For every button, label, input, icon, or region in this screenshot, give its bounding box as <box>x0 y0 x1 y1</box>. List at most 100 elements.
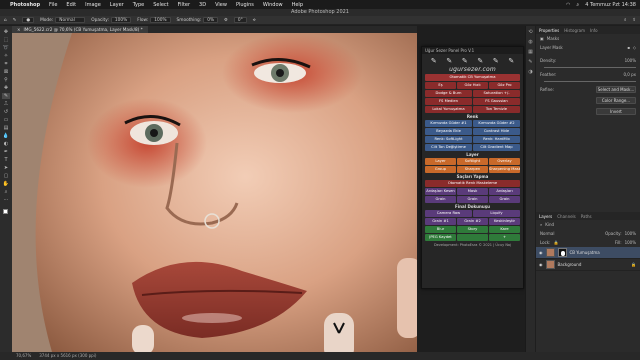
plugin-button[interactable]: Layer <box>425 158 456 165</box>
plugin-button[interactable]: Softlight <box>457 158 488 165</box>
marquee-tool-icon[interactable]: ⬚ <box>2 37 10 43</box>
move-tool-icon[interactable]: ✥ <box>2 29 10 35</box>
blend-mode-select[interactable]: Normal <box>540 231 554 236</box>
gradient-tool-icon[interactable]: ▤ <box>2 125 10 131</box>
history-icon[interactable]: ⟲ <box>527 29 535 36</box>
document-canvas[interactable] <box>12 33 417 352</box>
plugin-button[interactable]: Göz Pro <box>489 82 520 89</box>
plugin-button[interactable]: Lokal Yumuşatma <box>425 106 472 113</box>
plugin-button[interactable]: Grain <box>425 196 456 203</box>
menu-view[interactable]: View <box>215 2 227 8</box>
flow-field[interactable]: 100% <box>150 17 171 23</box>
angle-field[interactable]: 0° <box>233 17 247 23</box>
menu-layer[interactable]: Layer <box>110 2 124 8</box>
brush-preset-icon[interactable]: ✎ <box>462 57 468 65</box>
eyedropper-tool-icon[interactable]: ⚲ <box>2 77 10 83</box>
plugin-button[interactable] <box>457 234 488 241</box>
plugin-button[interactable]: Liquify <box>473 210 520 217</box>
layer-mask-thumbnail[interactable] <box>557 248 567 257</box>
menu-filter[interactable]: Filter <box>178 2 190 8</box>
feather-value[interactable]: 0,0 px <box>623 72 636 77</box>
lock-icon[interactable]: 🔒 <box>631 262 636 267</box>
symmetry-icon[interactable]: ⟡ <box>253 18 256 23</box>
eye-icon[interactable]: ◉ <box>539 250 543 255</box>
plugin-button[interactable]: Otomatik CB Yumuşatma <box>425 74 520 81</box>
plugin-button[interactable]: Kırmızıda Güder #2 <box>473 120 520 127</box>
lasso-tool-icon[interactable]: ➰ <box>2 45 10 51</box>
menu-type[interactable]: Type <box>133 2 144 8</box>
wifi-icon[interactable]: ◠ <box>566 2 570 8</box>
plugin-button[interactable]: Eş <box>425 82 456 89</box>
density-slider[interactable] <box>544 67 636 68</box>
color-swatches[interactable] <box>2 209 10 216</box>
layer-row[interactable]: ◉ Background 🔒 <box>536 259 640 271</box>
close-icon[interactable]: × <box>17 26 21 33</box>
healing-tool-icon[interactable]: ✚ <box>2 85 10 91</box>
density-value[interactable]: 100% <box>625 58 636 63</box>
document-tab[interactable]: × IMG_5622.cr2 @ 70,6% (CB Yumuşatma, La… <box>12 26 148 33</box>
search-icon[interactable]: ⌕ <box>624 18 626 23</box>
menu-3d[interactable]: 3D <box>199 2 206 8</box>
type-tool-icon[interactable]: T <box>2 157 10 163</box>
plugin-button[interactable]: Saturation +/- <box>473 90 520 97</box>
menu-app[interactable]: Photoshop <box>10 2 40 8</box>
brush-preset-icon[interactable]: ✎ <box>431 57 437 65</box>
plugin-button[interactable]: Story <box>457 226 488 233</box>
plugin-button[interactable]: FS Medien <box>425 98 472 105</box>
adjustments-icon[interactable]: ◑ <box>527 69 535 76</box>
plugin-button[interactable]: Grain <box>457 196 488 203</box>
tab-info[interactable]: Info <box>590 28 598 33</box>
share-icon[interactable]: ⇪ <box>632 18 636 23</box>
vector-mask-icon[interactable]: ◇ <box>633 45 636 50</box>
tab-histogram[interactable]: Histogram <box>564 28 585 33</box>
plugin-button[interactable]: Dodge & Burn <box>425 90 472 97</box>
brush-preset-icon[interactable]: ✎ <box>446 57 452 65</box>
plugin-button[interactable]: Sharpen <box>457 166 488 173</box>
plugin-button[interactable]: Grain #1 <box>425 218 456 225</box>
plugin-button[interactable]: Mask <box>457 188 488 195</box>
plugin-button[interactable]: Camera Raw <box>425 210 472 217</box>
menu-window[interactable]: Window <box>263 2 283 8</box>
layer-opacity-field[interactable]: 100% <box>625 231 636 236</box>
eye-icon[interactable]: ◉ <box>539 262 543 267</box>
plugin-button[interactable]: Keskinleştir <box>489 218 520 225</box>
hand-tool-icon[interactable]: ✋ <box>2 181 10 187</box>
opacity-field[interactable]: 100% <box>110 17 132 23</box>
feather-slider[interactable] <box>544 81 636 82</box>
mode-select[interactable]: Normal <box>55 17 86 23</box>
plugin-button[interactable]: Göz Hızlı <box>457 82 488 89</box>
brush-size-picker[interactable]: ● <box>22 17 35 23</box>
plugin-button[interactable]: Ardaşları Kesen <box>425 188 456 195</box>
plugin-button[interactable]: Contrast Hide <box>473 128 520 135</box>
clock[interactable]: 4 Temmuz Pzt 14:38 <box>585 2 636 8</box>
clone-stamp-tool-icon[interactable]: ⎍ <box>2 101 10 107</box>
plugin-button[interactable]: Grain <box>489 196 520 203</box>
brush-preset-icon[interactable]: ✎ <box>508 57 514 65</box>
plugin-button[interactable]: Cilt Ton Değiştirme <box>425 144 472 151</box>
kind-select[interactable]: Kind <box>545 222 554 227</box>
plugin-button[interactable]: + <box>489 234 520 241</box>
plugin-button[interactable]: Kırmızıda Güder #1 <box>425 120 472 127</box>
color-icon[interactable]: ◍ <box>527 39 535 46</box>
plugin-button[interactable]: Grain #2 <box>457 218 488 225</box>
tab-properties[interactable]: Properties <box>539 28 559 33</box>
plugin-button[interactable]: Sharpening Mask <box>489 166 520 173</box>
plugin-button[interactable]: Renk: SoftLight <box>425 136 472 143</box>
zoom-level[interactable]: 70,67% <box>16 352 31 360</box>
path-select-tool-icon[interactable]: ➤ <box>2 165 10 171</box>
plugin-button[interactable]: Cilt Gradient Map <box>473 144 520 151</box>
plugin-button[interactable]: FS Gaussian <box>473 98 520 105</box>
menu-image[interactable]: Image <box>85 2 101 8</box>
menu-edit[interactable]: Edit <box>66 2 76 8</box>
menu-plugins[interactable]: Plugins <box>236 2 254 8</box>
home-icon[interactable]: ⌂ <box>4 18 7 23</box>
layer-fill-field[interactable]: 100% <box>625 240 636 245</box>
frame-tool-icon[interactable]: ⊠ <box>2 69 10 75</box>
smoothing-field[interactable]: 0% <box>203 17 219 23</box>
brush-preset-icon[interactable]: ✎ <box>493 57 499 65</box>
eraser-tool-icon[interactable]: ▭ <box>2 117 10 123</box>
select-and-mask-button[interactable]: Select and Mask... <box>596 86 636 93</box>
brush-tool-icon[interactable]: ✎ <box>2 93 10 99</box>
quick-select-tool-icon[interactable]: ✧ <box>2 53 10 59</box>
swatches-icon[interactable]: ▦ <box>527 49 535 56</box>
